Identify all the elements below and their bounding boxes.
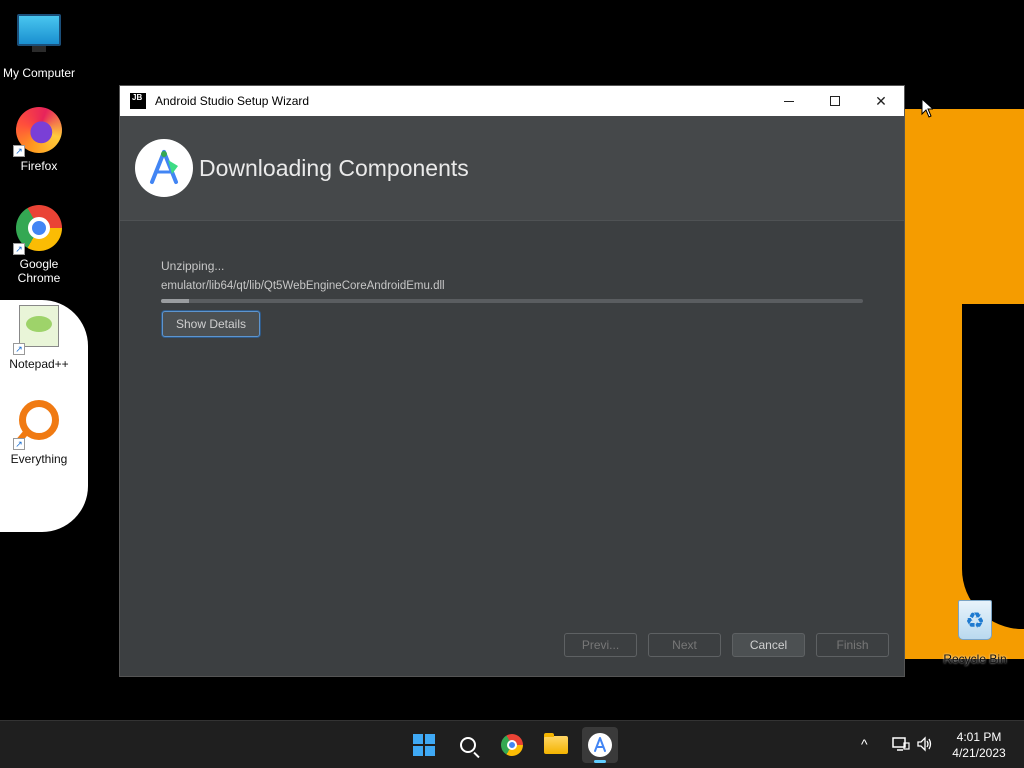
wizard-heading: Downloading Components: [199, 154, 469, 181]
desktop-icon-google-chrome[interactable]: ↗ Google Chrome: [0, 204, 78, 285]
download-status-text: Unzipping...: [161, 259, 225, 273]
wizard-footer: Previ... Next Cancel Finish: [120, 628, 904, 676]
maximize-icon: [830, 96, 840, 106]
taskbar-chrome-button[interactable]: [494, 727, 530, 763]
notepad-plus-plus-icon: ↗: [13, 305, 63, 355]
desktop-icon-label: Notepad++: [9, 357, 69, 371]
desktop: My Computer ↗ Firefox ↗ Google Chrome ↗ …: [0, 0, 1024, 720]
search-icon: [460, 737, 476, 753]
jetbrains-logo-icon: JB: [130, 93, 146, 109]
show-details-button[interactable]: Show Details: [162, 311, 260, 337]
clock-time: 4:01 PM: [956, 730, 1002, 744]
close-icon: ✕: [875, 92, 887, 109]
taskbar-file-explorer-button[interactable]: [538, 727, 574, 763]
shortcut-arrow-icon: ↗: [13, 438, 25, 450]
setup-wizard-window: JB Android Studio Setup Wizard ✕ Downloa…: [119, 85, 905, 677]
shortcut-arrow-icon: ↗: [13, 145, 25, 157]
taskbar: ^ 4:01 PM 4/21/2023: [0, 720, 1024, 768]
wizard-body: Unzipping... emulator/lib64/qt/lib/Qt5We…: [120, 221, 904, 631]
taskbar-android-studio-button[interactable]: [582, 727, 618, 763]
shortcut-arrow-icon: ↗: [13, 243, 25, 255]
android-studio-logo-icon: [135, 139, 193, 197]
volume-icon[interactable]: [916, 736, 934, 755]
shortcut-arrow-icon: ↗: [13, 343, 25, 355]
desktop-icon-label: My Computer: [2, 66, 76, 80]
minimize-icon: [784, 100, 794, 102]
mouse-cursor-icon: [921, 98, 933, 118]
computer-icon: [15, 14, 63, 62]
progress-bar-fill: [161, 299, 190, 303]
close-button[interactable]: ✕: [858, 86, 904, 116]
firefox-icon: ↗: [13, 107, 63, 157]
desktop-icon-label: Google Chrome: [17, 257, 61, 285]
desktop-icon-label: Everything: [10, 452, 68, 466]
chrome-icon: ↗: [13, 205, 63, 255]
system-clock[interactable]: 4:01 PM 4/21/2023: [944, 729, 1014, 761]
background-orange-window: [904, 109, 1024, 659]
everything-search-icon: ↗: [13, 400, 63, 450]
next-button[interactable]: Next: [648, 633, 721, 657]
desktop-icon-firefox[interactable]: ↗ Firefox: [0, 106, 78, 173]
title-bar[interactable]: JB Android Studio Setup Wizard ✕: [120, 86, 904, 116]
android-studio-icon: [588, 733, 612, 757]
previous-button[interactable]: Previ...: [564, 633, 637, 657]
minimize-button[interactable]: [766, 86, 812, 116]
desktop-icon-label: Recycle Bin: [943, 652, 1007, 666]
download-progress-bar: [161, 299, 863, 303]
windows-start-icon: [413, 734, 435, 756]
chrome-icon: [501, 734, 523, 756]
start-button[interactable]: [406, 727, 442, 763]
cancel-button[interactable]: Cancel: [732, 633, 805, 657]
taskbar-search-button[interactable]: [450, 727, 486, 763]
desktop-icon-everything[interactable]: ↗ Everything: [0, 398, 78, 466]
wizard-header: Downloading Components: [120, 116, 904, 221]
desktop-icon-recycle-bin[interactable]: ♻ Recycle Bin: [936, 596, 1014, 666]
maximize-button[interactable]: [812, 86, 858, 116]
background-letter-shape: [962, 304, 1024, 629]
recycle-bin-icon: ♻: [951, 600, 999, 648]
desktop-icon-my-computer[interactable]: My Computer: [0, 8, 78, 80]
show-hidden-icons-button[interactable]: ^: [861, 736, 868, 752]
finish-button[interactable]: Finish: [816, 633, 889, 657]
desktop-icon-label: Firefox: [20, 159, 58, 173]
file-explorer-icon: [544, 733, 568, 754]
network-icon[interactable]: [892, 736, 910, 755]
desktop-icon-notepad-plus-plus[interactable]: ↗ Notepad++: [0, 302, 78, 371]
clock-date: 4/21/2023: [952, 746, 1006, 760]
window-title: Android Studio Setup Wizard: [155, 94, 310, 108]
current-file-path: emulator/lib64/qt/lib/Qt5WebEngineCoreAn…: [161, 280, 445, 292]
